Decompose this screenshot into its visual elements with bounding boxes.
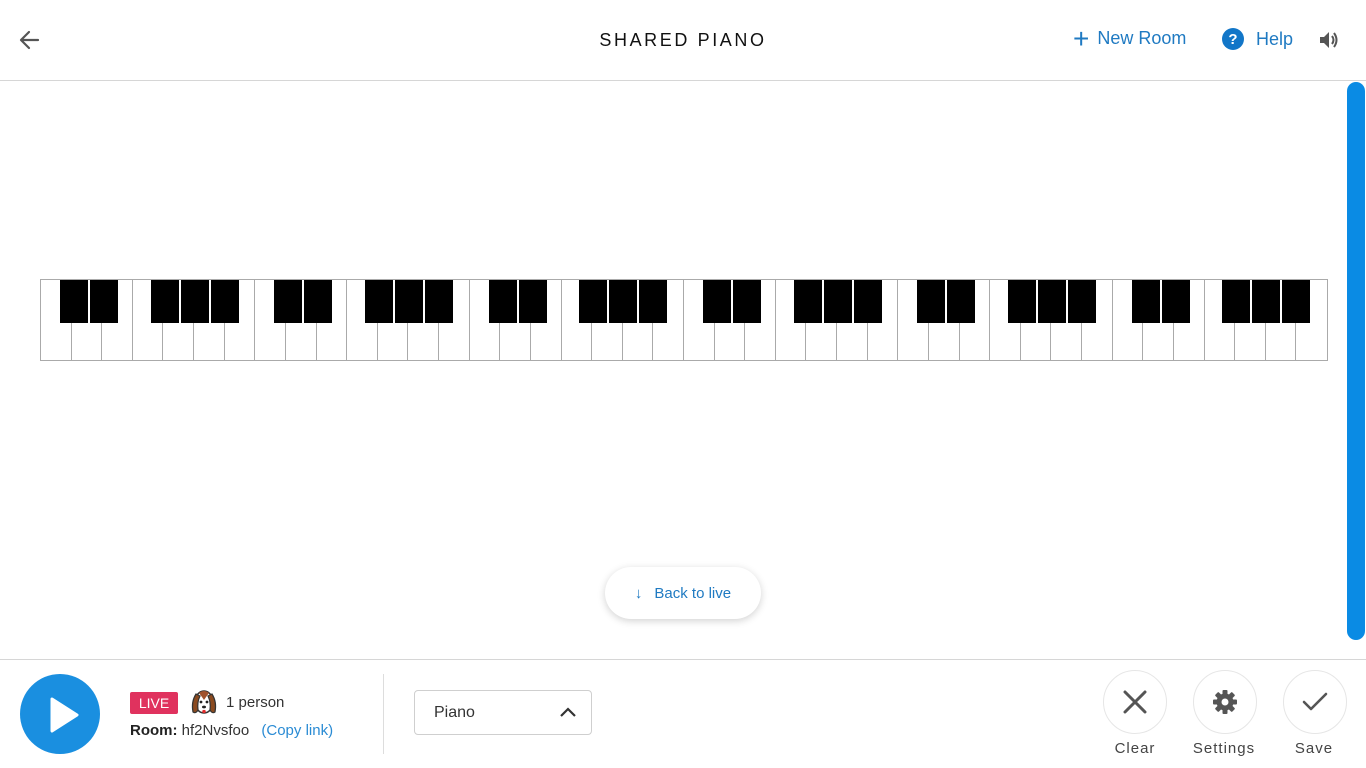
black-key-A#3[interactable]: [853, 280, 882, 323]
black-key-A#0[interactable]: [210, 280, 239, 323]
save-button[interactable]: [1283, 670, 1347, 734]
black-key-A#1[interactable]: [424, 280, 453, 323]
instrument-value: Piano: [434, 704, 475, 721]
black-key-G#2[interactable]: [609, 280, 638, 323]
divider: [383, 674, 384, 754]
black-key-D#5[interactable]: [1161, 280, 1190, 323]
black-key-D#1[interactable]: [304, 280, 333, 323]
chevron-up-icon: [560, 707, 576, 717]
help-label: Help: [1256, 28, 1294, 49]
dog-avatar-icon: [190, 688, 218, 718]
black-key-D#4[interactable]: [947, 280, 976, 323]
copy-link[interactable]: (Copy link): [261, 722, 333, 739]
back-to-live-button[interactable]: ↓ Back to live: [605, 567, 761, 619]
instrument-select[interactable]: Piano: [414, 690, 592, 735]
plus-icon: +: [1073, 22, 1090, 54]
scrollbar-thumb[interactable]: [1347, 82, 1365, 640]
black-key-C#5[interactable]: [1131, 280, 1160, 323]
black-key-C#2[interactable]: [488, 280, 517, 323]
live-badge: LIVE: [130, 692, 178, 714]
black-key-F#4[interactable]: [1007, 280, 1036, 323]
back-to-live-label: Back to live: [654, 584, 732, 602]
clear-button[interactable]: [1103, 670, 1167, 734]
black-key-A#2[interactable]: [639, 280, 668, 323]
black-key-F#3[interactable]: [793, 280, 822, 323]
settings-button[interactable]: [1193, 670, 1257, 734]
help-button[interactable]: ? Help: [1222, 28, 1293, 50]
clear-label: Clear: [1114, 740, 1156, 757]
black-key-C#3[interactable]: [702, 280, 731, 323]
play-button[interactable]: [20, 674, 100, 754]
black-key-F#0[interactable]: [150, 280, 179, 323]
black-key-C#4[interactable]: [917, 280, 946, 323]
room-id: hf2Nvsfoo: [181, 722, 250, 739]
black-key-D#2[interactable]: [518, 280, 547, 323]
black-key-F#1[interactable]: [364, 280, 393, 323]
room-info: Room: hf2Nvsfoo (Copy link): [130, 722, 333, 739]
black-key-A#4[interactable]: [1067, 280, 1096, 323]
top-bar: SHARED PIANO + New Room ? Help: [0, 0, 1366, 81]
new-room-label: New Room: [1097, 28, 1187, 48]
room-label: Room:: [130, 722, 178, 739]
piano-keyboard: [40, 279, 1328, 361]
gear-icon: [1213, 690, 1237, 714]
black-key-G#1[interactable]: [394, 280, 423, 323]
new-room-button[interactable]: + New Room: [1073, 22, 1187, 54]
save-label: Save: [1294, 740, 1334, 757]
vertical-scrollbar[interactable]: [1346, 80, 1366, 660]
black-key-A#5[interactable]: [1282, 280, 1311, 323]
speaker-icon: [1320, 32, 1338, 48]
question-circle-icon: ?: [1222, 28, 1244, 50]
black-key-G#5[interactable]: [1252, 280, 1281, 323]
check-icon: [1302, 692, 1328, 711]
play-icon: [50, 697, 79, 733]
people-count: 1 person: [226, 694, 285, 711]
black-key-D#3[interactable]: [732, 280, 761, 323]
black-key-D#0[interactable]: [89, 280, 118, 323]
arrow-down-icon: ↓: [634, 584, 643, 602]
bottom-bar: LIVE 1 person Room: hf2Nvsfoo (Copy link…: [0, 659, 1366, 768]
black-key-G#4[interactable]: [1037, 280, 1066, 323]
black-key-G#3[interactable]: [823, 280, 852, 323]
black-key-C#0[interactable]: [59, 280, 88, 323]
black-key-F#5[interactable]: [1222, 280, 1251, 323]
black-key-F#2[interactable]: [579, 280, 608, 323]
black-key-G#0[interactable]: [180, 280, 209, 323]
close-icon: [1123, 690, 1147, 714]
black-key-C#1[interactable]: [274, 280, 303, 323]
settings-label: Settings: [1192, 740, 1256, 757]
sound-toggle-button[interactable]: [1318, 30, 1340, 50]
